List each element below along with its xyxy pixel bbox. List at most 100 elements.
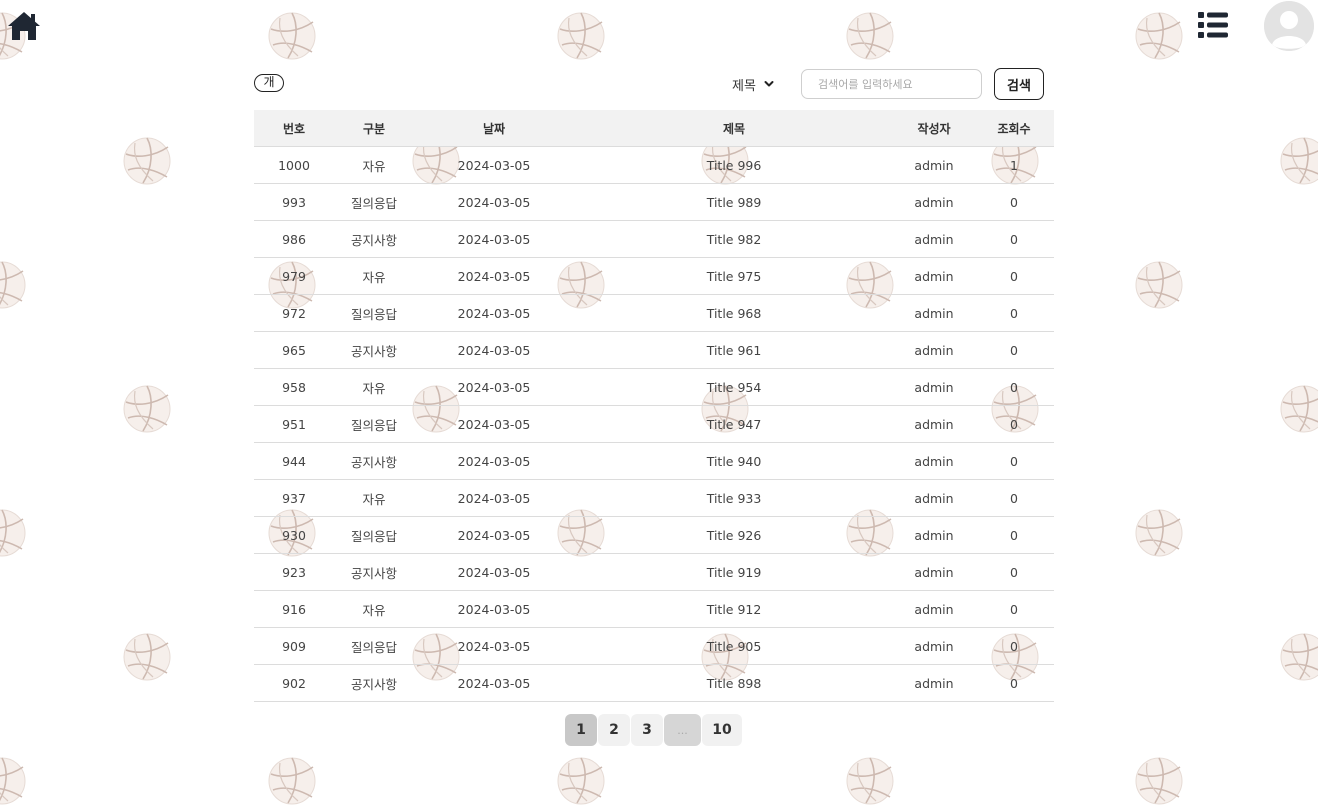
cell-author: admin (894, 590, 974, 628)
cell-author: admin (894, 553, 974, 591)
cell-title[interactable]: Title 989 (574, 183, 894, 221)
cell-title[interactable]: Title 940 (574, 442, 894, 480)
volleyball-icon (1135, 12, 1183, 60)
home-icon[interactable] (6, 10, 42, 42)
cell-number: 965 (254, 331, 334, 369)
cell-author: admin (894, 627, 974, 665)
cell-number: 958 (254, 368, 334, 406)
board-toolbar: 개 제목 검색 (254, 66, 1054, 110)
cell-author: admin (894, 405, 974, 443)
table-row[interactable]: 972 질의응답 2024-03-05 Title 968 admin 0 (254, 294, 1054, 332)
search-input[interactable] (801, 69, 982, 99)
volleyball-icon (1280, 137, 1318, 185)
post-count-badge: 개 (254, 74, 284, 92)
cell-number: 979 (254, 257, 334, 295)
table-row[interactable]: 951 질의응답 2024-03-05 Title 947 admin 0 (254, 405, 1054, 443)
volleyball-icon (846, 757, 894, 805)
cell-views: 0 (974, 331, 1054, 369)
page-button-10[interactable]: 10 (702, 714, 742, 746)
cell-author: admin (894, 664, 974, 702)
cell-title[interactable]: Title 947 (574, 405, 894, 443)
cell-author: admin (894, 146, 974, 184)
cell-category: 자유 (334, 590, 414, 628)
table-row[interactable]: 958 자유 2024-03-05 Title 954 admin 0 (254, 368, 1054, 406)
cell-date: 2024-03-05 (414, 627, 574, 665)
cell-author: admin (894, 368, 974, 406)
volleyball-icon (123, 633, 171, 681)
user-avatar-icon[interactable] (1264, 1, 1314, 51)
cell-title[interactable]: Title 996 (574, 146, 894, 184)
table-row[interactable]: 979 자유 2024-03-05 Title 975 admin 0 (254, 257, 1054, 295)
cell-title[interactable]: Title 933 (574, 479, 894, 517)
cell-author: admin (894, 442, 974, 480)
table-row[interactable]: 930 질의응답 2024-03-05 Title 926 admin 0 (254, 516, 1054, 554)
cell-number: 902 (254, 664, 334, 702)
column-header-number: 번호 (254, 110, 334, 147)
cell-category: 질의응답 (334, 405, 414, 443)
search-field-select[interactable]: 제목 (732, 74, 774, 94)
cell-category: 자유 (334, 368, 414, 406)
cell-author: admin (894, 183, 974, 221)
cell-number: 916 (254, 590, 334, 628)
cell-title[interactable]: Title 919 (574, 553, 894, 591)
cell-date: 2024-03-05 (414, 294, 574, 332)
column-header-author: 작성자 (894, 110, 974, 147)
cell-title[interactable]: Title 905 (574, 627, 894, 665)
cell-title[interactable]: Title 975 (574, 257, 894, 295)
cell-number: 923 (254, 553, 334, 591)
table-row[interactable]: 965 공지사항 2024-03-05 Title 961 admin 0 (254, 331, 1054, 369)
cell-date: 2024-03-05 (414, 479, 574, 517)
cell-title[interactable]: Title 961 (574, 331, 894, 369)
cell-number: 937 (254, 479, 334, 517)
cell-views: 0 (974, 368, 1054, 406)
cell-date: 2024-03-05 (414, 405, 574, 443)
cell-title[interactable]: Title 968 (574, 294, 894, 332)
table-row[interactable]: 1000 자유 2024-03-05 Title 996 admin 1 (254, 146, 1054, 184)
cell-title[interactable]: Title 912 (574, 590, 894, 628)
table-row[interactable]: 923 공지사항 2024-03-05 Title 919 admin 0 (254, 553, 1054, 591)
cell-views: 0 (974, 664, 1054, 702)
cell-date: 2024-03-05 (414, 331, 574, 369)
table-row[interactable]: 916 자유 2024-03-05 Title 912 admin 0 (254, 590, 1054, 628)
cell-number: 986 (254, 220, 334, 258)
cell-title[interactable]: Title 898 (574, 664, 894, 702)
cell-category: 질의응답 (334, 183, 414, 221)
page-button-2[interactable]: 2 (598, 714, 630, 746)
cell-category: 공지사항 (334, 442, 414, 480)
table-row[interactable]: 902 공지사항 2024-03-05 Title 898 admin 0 (254, 664, 1054, 702)
cell-date: 2024-03-05 (414, 553, 574, 591)
cell-views: 0 (974, 627, 1054, 665)
cell-number: 909 (254, 627, 334, 665)
cell-author: admin (894, 220, 974, 258)
cell-number: 930 (254, 516, 334, 554)
cell-date: 2024-03-05 (414, 516, 574, 554)
volleyball-icon (557, 12, 605, 60)
volleyball-icon (268, 12, 316, 60)
cell-date: 2024-03-05 (414, 442, 574, 480)
volleyball-icon (0, 757, 26, 805)
page-ellipsis: ... (664, 714, 701, 746)
search-button[interactable]: 검색 (994, 68, 1044, 100)
cell-title[interactable]: Title 954 (574, 368, 894, 406)
list-menu-icon[interactable] (1196, 10, 1230, 40)
cell-category: 공지사항 (334, 553, 414, 591)
volleyball-icon (557, 757, 605, 805)
table-row[interactable]: 937 자유 2024-03-05 Title 933 admin 0 (254, 479, 1054, 517)
table-row[interactable]: 944 공지사항 2024-03-05 Title 940 admin 0 (254, 442, 1054, 480)
post-table: 번호 구분 날짜 제목 작성자 조회수 1000 자유 2024-03-05 Titl… (254, 110, 1054, 702)
page-button-3[interactable]: 3 (631, 714, 663, 746)
cell-title[interactable]: Title 926 (574, 516, 894, 554)
cell-views: 0 (974, 553, 1054, 591)
table-row[interactable]: 993 질의응답 2024-03-05 Title 989 admin 0 (254, 183, 1054, 221)
cell-author: admin (894, 479, 974, 517)
cell-title[interactable]: Title 982 (574, 220, 894, 258)
page-button-1[interactable]: 1 (565, 714, 597, 746)
cell-views: 0 (974, 294, 1054, 332)
column-header-views: 조회수 (974, 110, 1054, 147)
cell-category: 질의응답 (334, 627, 414, 665)
cell-category: 공지사항 (334, 331, 414, 369)
volleyball-icon (1135, 261, 1183, 309)
table-row[interactable]: 986 공지사항 2024-03-05 Title 982 admin 0 (254, 220, 1054, 258)
cell-views: 0 (974, 590, 1054, 628)
table-row[interactable]: 909 질의응답 2024-03-05 Title 905 admin 0 (254, 627, 1054, 665)
